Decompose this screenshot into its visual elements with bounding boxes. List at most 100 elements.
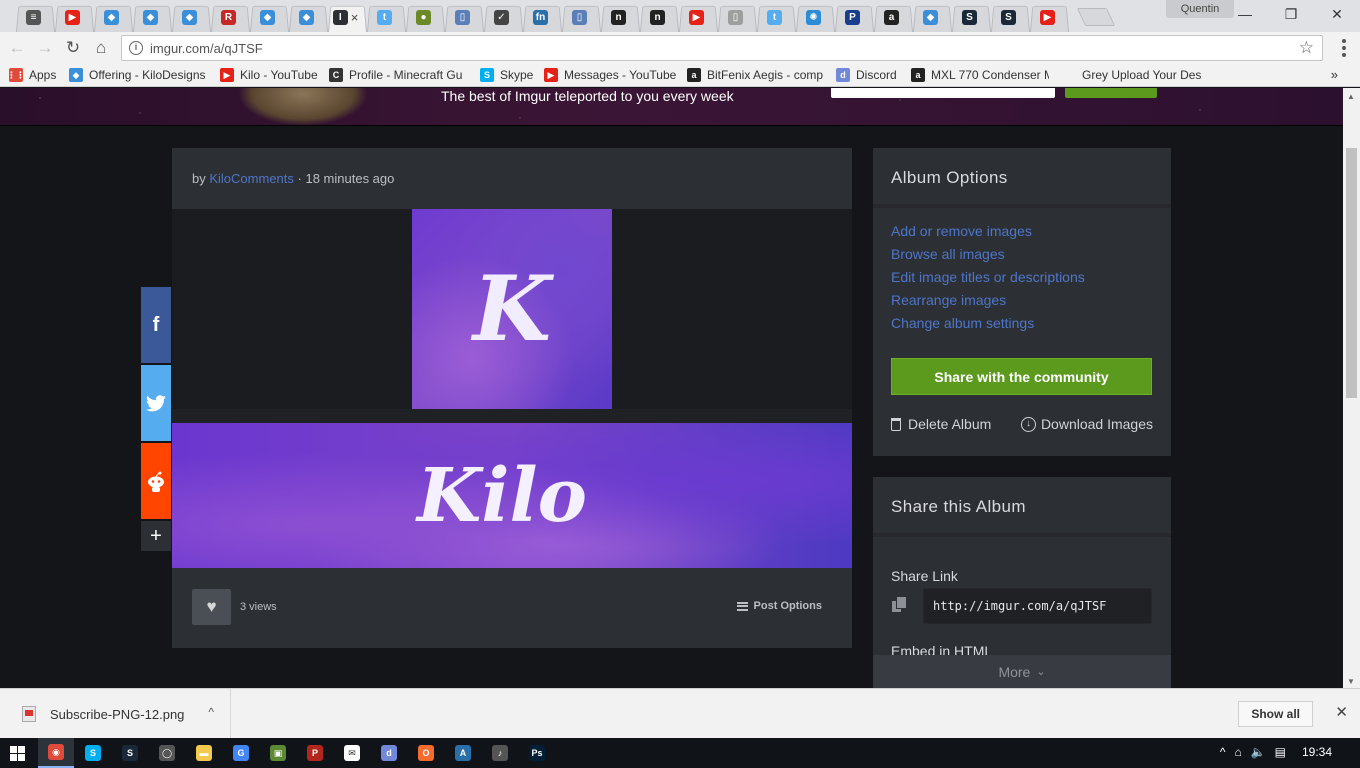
- taskbar-app[interactable]: ♪: [482, 738, 518, 768]
- network-icon[interactable]: ⌂: [1234, 745, 1241, 759]
- taskbar-app[interactable]: ✉: [334, 738, 370, 768]
- home-button[interactable]: ⌂: [90, 37, 112, 59]
- taskbar-app[interactable]: A: [445, 738, 481, 768]
- album-option-link[interactable]: Browse all images: [891, 246, 1171, 269]
- show-all-downloads-button[interactable]: Show all: [1238, 701, 1313, 727]
- reload-button[interactable]: ↻: [62, 37, 84, 59]
- album-option-link[interactable]: Change album settings: [891, 315, 1171, 338]
- browser-tab[interactable]: ◆: [170, 2, 209, 32]
- close-shelf-icon[interactable]: ✕: [1335, 703, 1348, 721]
- author-link[interactable]: KiloComments: [209, 171, 294, 186]
- album-image-2[interactable]: Kilo: [172, 423, 852, 568]
- post-options-button[interactable]: Post Options: [736, 600, 822, 612]
- browser-tab[interactable]: ▯: [716, 2, 755, 32]
- bookmarks-overflow-icon[interactable]: »: [1331, 67, 1338, 82]
- maximize-button[interactable]: ❐: [1268, 0, 1314, 28]
- taskbar-app[interactable]: ▣: [260, 738, 296, 768]
- taskbar-app[interactable]: O: [408, 738, 444, 768]
- taskbar-app[interactable]: d: [371, 738, 407, 768]
- reddit-share-button[interactable]: [141, 443, 171, 519]
- bookmark-item[interactable]: ◆ Offering - KiloDesigns: [69, 67, 209, 83]
- browser-tab[interactable]: ▶: [53, 2, 92, 32]
- back-button[interactable]: ←: [6, 37, 28, 59]
- taskbar-app[interactable]: S: [112, 738, 148, 768]
- delete-album-button[interactable]: Delete Album: [891, 416, 991, 432]
- page-scrollbar[interactable]: ▲ ▼: [1343, 88, 1360, 688]
- minimize-button[interactable]: —: [1222, 0, 1268, 28]
- browser-tab[interactable]: ✓: [482, 2, 521, 32]
- browser-tab[interactable]: ◆: [287, 2, 326, 32]
- scrollbar-thumb[interactable]: [1346, 148, 1357, 398]
- browser-tab[interactable]: fn: [521, 2, 560, 32]
- browser-tab[interactable]: S: [989, 2, 1028, 32]
- bookmark-star-icon[interactable]: ☆: [1299, 38, 1314, 58]
- browser-tab[interactable]: P: [833, 2, 872, 32]
- newsletter-signup-button[interactable]: [1065, 88, 1157, 98]
- bookmark-item[interactable]: a MXL 770 Condenser M: [911, 67, 1049, 83]
- download-images-button[interactable]: ↓ Download Images: [1020, 416, 1153, 432]
- newsletter-email-input[interactable]: [831, 88, 1055, 98]
- share-link-field[interactable]: http://imgur.com/a/qJTSF: [923, 588, 1152, 624]
- url-text[interactable]: imgur.com/a/qJTSF: [150, 41, 263, 56]
- taskbar-clock[interactable]: 19:34: [1302, 745, 1332, 759]
- taskbar-app[interactable]: G: [223, 738, 259, 768]
- facebook-share-button[interactable]: f: [141, 287, 171, 363]
- more-share-button[interactable]: +: [141, 521, 171, 551]
- album-option-link[interactable]: Add or remove images: [891, 223, 1171, 246]
- forward-button[interactable]: →: [34, 37, 56, 59]
- browser-tab[interactable]: ●: [404, 2, 443, 32]
- share-with-community-button[interactable]: Share with the community: [891, 358, 1152, 395]
- download-menu-caret-icon[interactable]: ^: [208, 705, 214, 719]
- taskbar-app[interactable]: Ps: [519, 738, 555, 768]
- more-share-options-button[interactable]: More ⌄: [873, 655, 1171, 688]
- browser-tab[interactable]: t: [365, 2, 404, 32]
- favorite-button[interactable]: ♥: [192, 589, 231, 625]
- bookmark-item[interactable]: ⋮⋮ Apps: [9, 67, 61, 83]
- scroll-down-icon[interactable]: ▼: [1347, 677, 1355, 686]
- site-info-icon[interactable]: i: [129, 41, 143, 55]
- close-window-button[interactable]: ✕: [1314, 0, 1360, 28]
- address-bar[interactable]: i imgur.com/a/qJTSF ☆: [121, 35, 1323, 61]
- close-tab-icon[interactable]: ×: [351, 10, 359, 25]
- taskbar-app[interactable]: ▬: [186, 738, 222, 768]
- taskbar-app[interactable]: S: [75, 738, 111, 768]
- bookmark-item[interactable]: ▶ Messages - YouTube: [544, 67, 676, 83]
- browser-tab[interactable]: n: [599, 2, 638, 32]
- browser-tab[interactable]: S: [950, 2, 989, 32]
- bookmark-item[interactable]: a BitFenix Aegis - comp: [687, 67, 823, 83]
- browser-tab[interactable]: ▶: [677, 2, 716, 32]
- browser-tab[interactable]: ≡: [14, 2, 53, 32]
- browser-tab[interactable]: I ×: [326, 2, 365, 32]
- new-tab-button[interactable]: [1076, 8, 1116, 26]
- scroll-up-icon[interactable]: ▲: [1347, 92, 1355, 101]
- taskbar-app[interactable]: P: [297, 738, 333, 768]
- taskbar-app[interactable]: ◉: [38, 738, 74, 768]
- browser-tab[interactable]: ◆: [92, 2, 131, 32]
- bookmark-item[interactable]: ▶ Kilo - YouTube: [220, 67, 320, 83]
- copy-icon[interactable]: [891, 596, 907, 614]
- browser-tab[interactable]: ◆: [131, 2, 170, 32]
- tray-expand-icon[interactable]: ^: [1220, 745, 1226, 759]
- browser-tab[interactable]: t: [755, 2, 794, 32]
- browser-tab[interactable]: ◆: [911, 2, 950, 32]
- album-image-1[interactable]: K: [412, 209, 612, 409]
- browser-tab[interactable]: ◆: [248, 2, 287, 32]
- twitter-share-button[interactable]: [141, 365, 171, 441]
- browser-tab[interactable]: ▯: [443, 2, 482, 32]
- browser-tab[interactable]: R: [209, 2, 248, 32]
- notifications-icon[interactable]: ▤: [1275, 745, 1286, 759]
- bookmark-item[interactable]: Grey Upload Your Des: [1062, 67, 1202, 83]
- browser-tab[interactable]: ▶: [1028, 2, 1067, 32]
- bookmark-item[interactable]: d Discord: [836, 67, 900, 83]
- album-option-link[interactable]: Rearrange images: [891, 292, 1171, 315]
- bookmark-item[interactable]: S Skype: [480, 67, 535, 83]
- album-option-link[interactable]: Edit image titles or descriptions: [891, 269, 1171, 292]
- chrome-menu-icon[interactable]: [1342, 39, 1346, 57]
- browser-tab[interactable]: n: [638, 2, 677, 32]
- volume-icon[interactable]: 🔈: [1251, 745, 1266, 759]
- windows-start-icon[interactable]: [10, 746, 25, 761]
- download-item[interactable]: Subscribe-PNG-12.png ^: [0, 689, 231, 739]
- browser-tab[interactable]: a: [872, 2, 911, 32]
- browser-tab[interactable]: ▯: [560, 2, 599, 32]
- bookmark-item[interactable]: C Profile - Minecraft Gu: [329, 67, 469, 83]
